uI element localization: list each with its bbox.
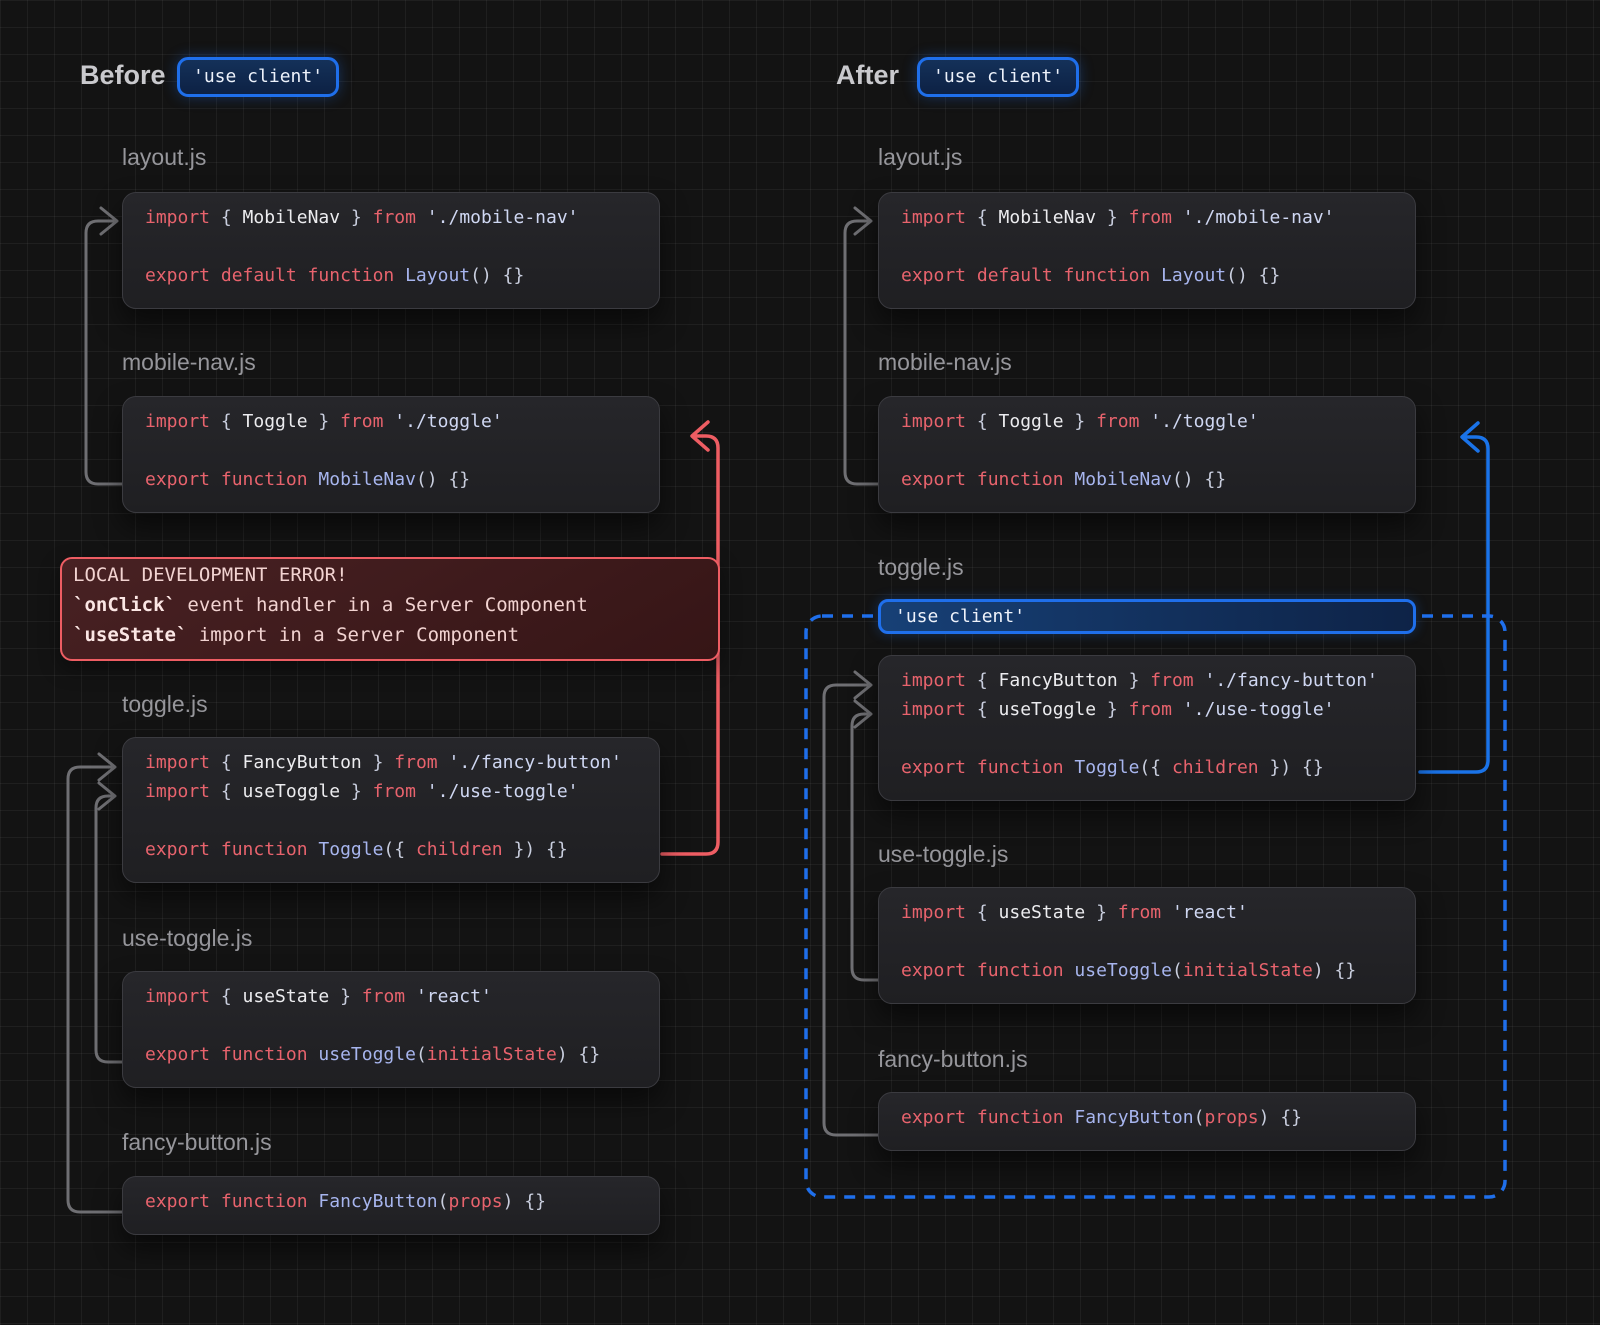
code-block-layout-before: import { MobileNav } from './mobile-nav'…: [122, 192, 660, 309]
code-block-toggle-after: import { FancyButton } from './fancy-but…: [878, 655, 1416, 801]
code-block-toggle-before: import { FancyButton } from './fancy-but…: [122, 737, 660, 883]
arrow-client-toggle-to-mobile-nav: [1420, 423, 1488, 772]
arrow-use-toggle-to-toggle-after: [852, 701, 878, 980]
file-label-layout-before: layout.js: [122, 144, 206, 171]
arrow-use-toggle-to-toggle-before: [96, 783, 122, 1062]
file-label-toggle-before: toggle.js: [122, 691, 208, 718]
arrow-fancy-button-to-toggle-after: [824, 672, 878, 1135]
use-client-directive-banner: 'use client': [878, 599, 1416, 634]
arrow-fancy-button-to-toggle-before: [68, 754, 122, 1212]
file-label-toggle-after: toggle.js: [878, 554, 964, 581]
code-block-use-toggle-after: import { useState } from 'react'export f…: [878, 887, 1416, 1004]
diagram-canvas: Before 'use client' layout.js import { M…: [0, 0, 1600, 1325]
file-label-use-toggle-after: use-toggle.js: [878, 841, 1008, 868]
code-block-mobile-nav-after: import { Toggle } from './toggle'export …: [878, 396, 1416, 513]
file-label-layout-after: layout.js: [878, 144, 962, 171]
arrow-mobile-nav-to-layout-before: [86, 208, 122, 484]
file-label-mobile-nav-after: mobile-nav.js: [878, 349, 1012, 376]
file-label-use-toggle-before: use-toggle.js: [122, 925, 252, 952]
after-use-client-badge: 'use client': [917, 57, 1079, 97]
arrow-mobile-nav-to-layout-after: [845, 208, 878, 484]
after-heading: After: [836, 60, 899, 91]
file-label-fancy-button-after: fancy-button.js: [878, 1046, 1028, 1073]
before-use-client-badge: 'use client': [177, 57, 339, 97]
code-block-layout-after: import { MobileNav } from './mobile-nav'…: [878, 192, 1416, 309]
code-block-fancy-button-before: export function FancyButton(props) {}: [122, 1176, 660, 1235]
code-block-use-toggle-before: import { useState } from 'react'export f…: [122, 971, 660, 1088]
error-box: LOCAL DEVELOPMENT ERROR!`onClick` event …: [60, 557, 720, 661]
file-label-fancy-button-before: fancy-button.js: [122, 1129, 272, 1156]
before-heading: Before: [80, 60, 166, 91]
code-block-mobile-nav-before: import { Toggle } from './toggle'export …: [122, 396, 660, 513]
file-label-mobile-nav-before: mobile-nav.js: [122, 349, 256, 376]
code-block-fancy-button-after: export function FancyButton(props) {}: [878, 1092, 1416, 1151]
